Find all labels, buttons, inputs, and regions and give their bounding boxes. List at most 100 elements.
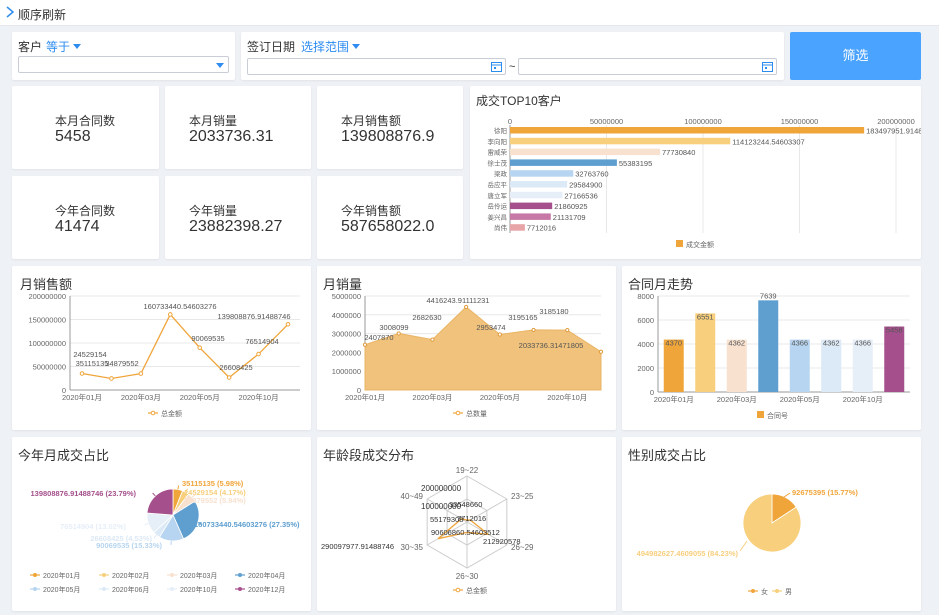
data-label: 2682630 — [412, 313, 441, 322]
leader-line — [177, 485, 180, 490]
data-label: 4362 — [823, 339, 840, 348]
data-label: 90069535 — [191, 334, 224, 343]
page-title: 顺序刷新 — [18, 8, 67, 22]
start-date-input[interactable] — [247, 58, 506, 75]
radial-tick-label: 200000000 — [421, 484, 462, 493]
x-tick-label: 2020年05月 — [780, 394, 820, 404]
data-point — [497, 332, 502, 337]
legend-marker — [238, 573, 242, 577]
date-operator-dropdown[interactable]: 选择范围 — [301, 38, 361, 55]
legend-label: 总金额 — [161, 409, 182, 418]
y-tick-label: 李向阳 — [488, 137, 508, 146]
leader-line — [783, 492, 791, 498]
bar — [510, 159, 617, 166]
legend-marker — [751, 589, 755, 593]
data-label: 290097977.91488746 — [321, 542, 394, 551]
chevron-right-icon[interactable] — [3, 5, 17, 19]
bar — [510, 181, 568, 188]
data-label: 7639 — [760, 291, 777, 300]
data-label: 4366 — [854, 339, 871, 348]
data-label: 29584900 — [569, 181, 602, 190]
kpi-value: 5458 — [55, 128, 91, 145]
legend-label: 成交金额 — [686, 240, 714, 249]
data-label: 3195165 — [508, 313, 537, 322]
legend-label: 男 — [785, 588, 792, 596]
age-distribution-chart: 19~2223~2526~2926~3030~3540~491000000002… — [321, 466, 534, 595]
bar — [510, 202, 553, 210]
data-label: 32763760 — [575, 170, 608, 179]
legend-label: 2020年10月 — [180, 585, 217, 594]
year-month-share-chart: 35115135 (5.98%)24529154 (4.17%)34879552… — [30, 479, 300, 594]
x-tick-label: 2020年03月 — [412, 392, 452, 402]
data-label: 34879552 — [105, 359, 138, 368]
bar — [510, 224, 525, 231]
leader-line — [739, 540, 748, 552]
axis-label: 26~30 — [456, 572, 479, 581]
data-label: 139808876.91488746 (23.79%) — [30, 489, 136, 498]
legend-marker — [150, 410, 156, 416]
date-operator-label: 选择范围 — [301, 40, 350, 54]
dropdown-arrow-icon[interactable] — [215, 61, 225, 69]
x-tick-label: 2020年10月 — [843, 394, 883, 404]
data-point — [362, 342, 368, 347]
data-label: 139808876.91488746 — [218, 312, 291, 321]
calendar-icon[interactable] — [762, 61, 773, 72]
data-point — [430, 337, 435, 342]
data-label: 27166536 — [564, 191, 597, 200]
x-tick-label: 2020年10月 — [547, 392, 587, 402]
customer-select[interactable] — [18, 56, 229, 73]
legend-label: 总数量 — [466, 409, 487, 418]
filter-button[interactable]: 筛选 — [790, 32, 921, 80]
data-label: 114123244.54603307 — [732, 137, 804, 146]
data-point — [464, 304, 469, 310]
legend-label: 总金额 — [466, 586, 487, 595]
data-label: 92675395 (15.77%) — [792, 488, 858, 497]
data-point — [226, 375, 232, 380]
x-tick-label: 150000000 — [781, 117, 819, 126]
data-point — [197, 345, 203, 350]
x-tick-label: 100000000 — [684, 117, 722, 126]
data-label: 2033736.31471805 — [519, 341, 584, 350]
end-date-input[interactable] — [518, 58, 777, 75]
axis-label: 30~35 — [401, 543, 424, 552]
data-label: 35115135 (5.98%) — [182, 479, 244, 488]
data-point — [531, 327, 536, 333]
legend-label: 2020年05月 — [43, 585, 80, 594]
kpi-month-contracts: 本月合同数 5458 — [12, 86, 159, 169]
leader-line — [153, 534, 157, 539]
legend-marker — [102, 587, 106, 591]
contract-trend-card: 合同月走势 0 2000 4000 6000 8000 2020年01月 2020年03月 2… — [622, 266, 921, 430]
x-tick-label: 2020年05月 — [180, 392, 220, 402]
data-label: 3008099 — [379, 323, 408, 332]
data-label: 6551 — [697, 312, 714, 321]
data-label: 26608425 (4.53%) — [90, 534, 152, 543]
kpi-label: 本月合同数 — [55, 114, 116, 128]
kpi-value: 23882398.27 — [189, 218, 283, 235]
bar — [510, 137, 731, 145]
x-tick-label: 2020年01月 — [654, 394, 694, 404]
data-label: 55179308 — [430, 515, 463, 524]
data-label: 2953474 — [476, 323, 505, 332]
kpi-value: 41474 — [55, 218, 100, 235]
data-point — [396, 331, 401, 336]
calendar-icon[interactable] — [491, 61, 502, 72]
customer-label: 客户 — [18, 40, 43, 54]
legend-marker — [33, 587, 37, 591]
legend-marker — [170, 587, 174, 591]
legend-marker — [170, 573, 174, 577]
kpi-label: 本月销售额 — [341, 114, 402, 128]
series-line — [81, 313, 289, 380]
bar — [510, 191, 563, 199]
kpi-year-sales: 今年销售额 587658022.0 — [317, 176, 463, 259]
data-label: 3185180 — [539, 307, 568, 316]
customer-operator-dropdown[interactable]: 等于 — [46, 38, 82, 55]
customer-operator-label: 等于 — [46, 40, 71, 54]
y-tick-label: 徐阳 — [494, 126, 507, 135]
legend-swatch — [676, 240, 683, 247]
y-tick-label: 雷威荣 — [488, 148, 508, 157]
y-tick-label: 2000000 — [332, 348, 361, 357]
data-label: 21131709 — [553, 213, 586, 222]
data-point — [109, 376, 114, 381]
kpi-label: 今年销售额 — [341, 204, 402, 218]
contract-trend-chart: 020004000600080002020年01月 2020年03月 2020年05… — [637, 291, 910, 420]
